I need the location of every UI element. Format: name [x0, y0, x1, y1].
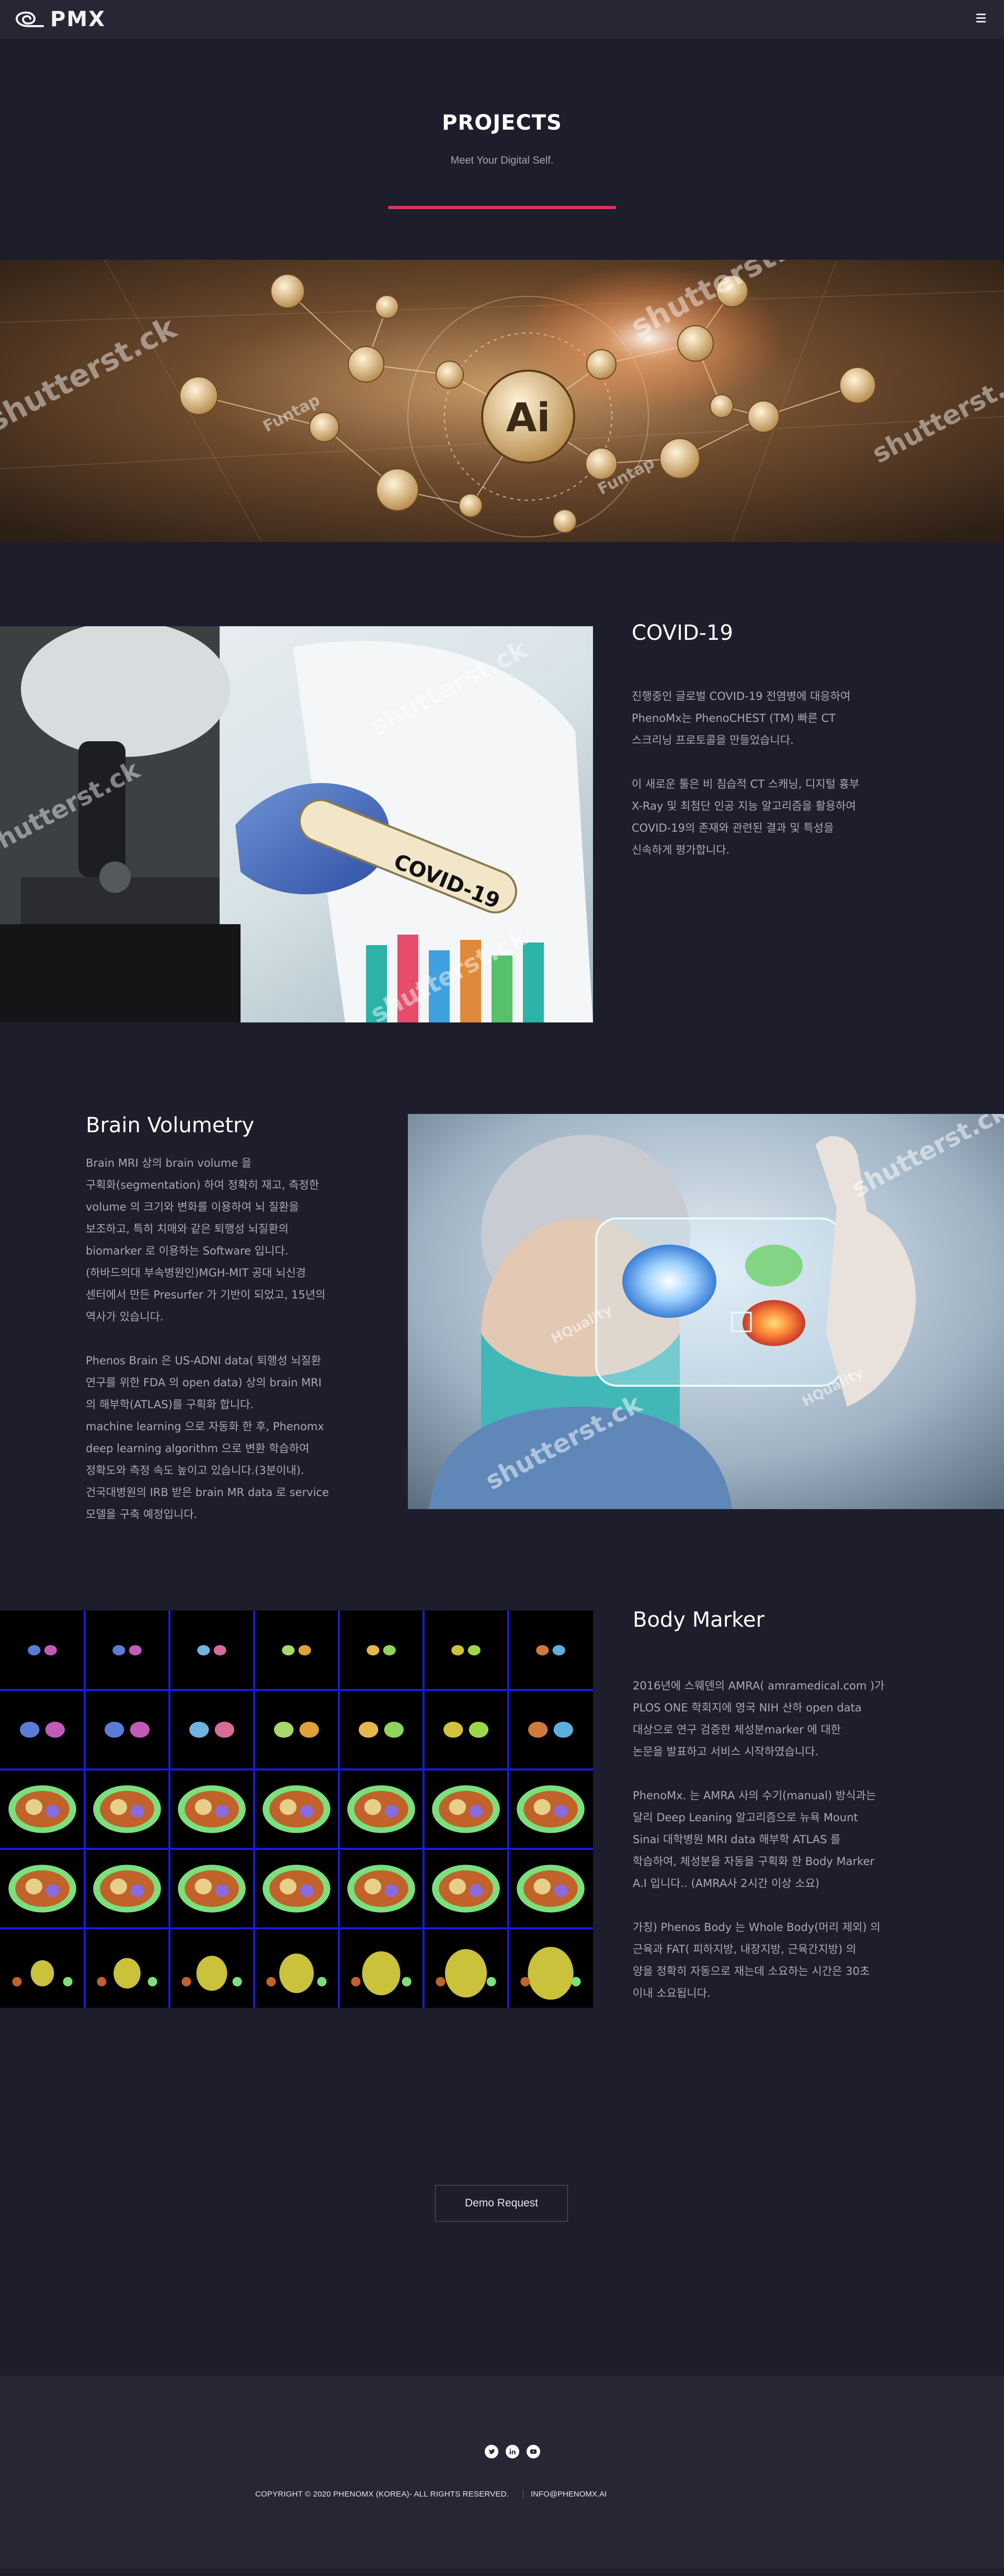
hamburger-menu-button[interactable]	[974, 12, 988, 26]
mri-slice	[263, 1785, 330, 1833]
body-marker-mri-grid	[0, 1611, 593, 2008]
mri-slice	[178, 1865, 246, 1913]
brain-scan-image: shutterst.ck shutterst.ck HQuality HQual…	[408, 1114, 1004, 1509]
hamburger-icon	[976, 14, 986, 15]
mri-slice	[8, 1785, 76, 1833]
contact-email-link[interactable]: INFO@PHENOMX.AI	[523, 2490, 607, 2499]
site-logo[interactable]: PMX	[14, 7, 106, 31]
logo-text: PMX	[50, 7, 106, 31]
mri-slice	[178, 1785, 246, 1833]
brain-paragraph: Brain MRI 상의 brain volume 을 구획화(segmenta…	[86, 1157, 326, 1323]
page-subtitle: Meet Your Digital Self.	[450, 155, 554, 166]
mri-slice	[93, 1865, 161, 1913]
copyright-text: COPYRIGHT © 2020 PHENOMX (KOREA)- ALL RI…	[255, 2490, 509, 2499]
hero-banner-image: Ai shutterst.ck shutterst.ck Funtap Funt…	[0, 260, 1004, 542]
page-title: PROJECTS	[442, 111, 562, 135]
twitter-icon[interactable]	[485, 2445, 498, 2458]
covid-paragraph: 진행중인 글로벌 COVID-19 전염병에 대응하여 PhenoMx는 Phe…	[632, 690, 851, 746]
svg-text:Ai: Ai	[506, 394, 551, 441]
body-marker-section-title: Body Marker	[633, 1608, 765, 1632]
mri-slice	[517, 1865, 585, 1913]
brain-section-body: Brain MRI 상의 brain volume 을 구획화(segmenta…	[86, 1152, 379, 1525]
linkedin-icon[interactable]	[506, 2445, 519, 2458]
body-marker-paragraph: 2016년에 스웨덴의 AMRA( amramedical.com )가 PLO…	[633, 1680, 885, 1758]
mri-slice	[93, 1785, 161, 1833]
mri-slice	[347, 1785, 415, 1833]
social-links	[485, 2445, 540, 2458]
mri-slice	[8, 1865, 76, 1913]
mri-slice	[347, 1865, 415, 1913]
youtube-icon[interactable]	[527, 2445, 540, 2458]
body-marker-paragraph: PhenoMx. 는 AMRA 사의 수기(manual) 방식과는 달리 De…	[633, 1789, 876, 1890]
mri-slice	[432, 1865, 500, 1913]
covid-section-body: 진행중인 글로벌 COVID-19 전염병에 대응하여 PhenoMx는 Phe…	[632, 685, 925, 861]
mri-slice	[263, 1865, 330, 1913]
covid-section-title: COVID-19	[632, 621, 734, 645]
covid-lab-image: COVID-19 shutterst.ck shutterst.ck shutt…	[0, 626, 593, 1022]
title-accent-rule	[388, 206, 616, 209]
covid-paragraph: 이 새로운 툴은 비 침습적 CT 스캐닝, 디지털 흉부 X-Ray 및 최첨…	[632, 778, 860, 856]
top-navigation-bar: PMX	[0, 0, 1004, 39]
brain-section-title: Brain Volumetry	[86, 1113, 255, 1137]
body-marker-paragraph: 가칭) Phenos Body 는 Whole Body(머리 제외) 의 근육…	[633, 1921, 881, 1999]
brain-paragraph: Phenos Brain 은 US-ADNI data( 퇴행성 뇌질환 연구를…	[86, 1354, 329, 1521]
logo-spiral-icon	[15, 11, 44, 27]
mri-slice	[517, 1785, 585, 1833]
mri-slice	[432, 1785, 500, 1833]
body-marker-section-body: 2016년에 스웨덴의 AMRA( amramedical.com )가 PLO…	[633, 1675, 936, 2004]
footer-bottom-strip	[0, 2569, 1004, 2576]
site-footer: COPYRIGHT © 2020 PHENOMX (KOREA)- ALL RI…	[0, 2376, 1004, 2569]
demo-request-button[interactable]: Demo Request	[435, 2185, 568, 2222]
